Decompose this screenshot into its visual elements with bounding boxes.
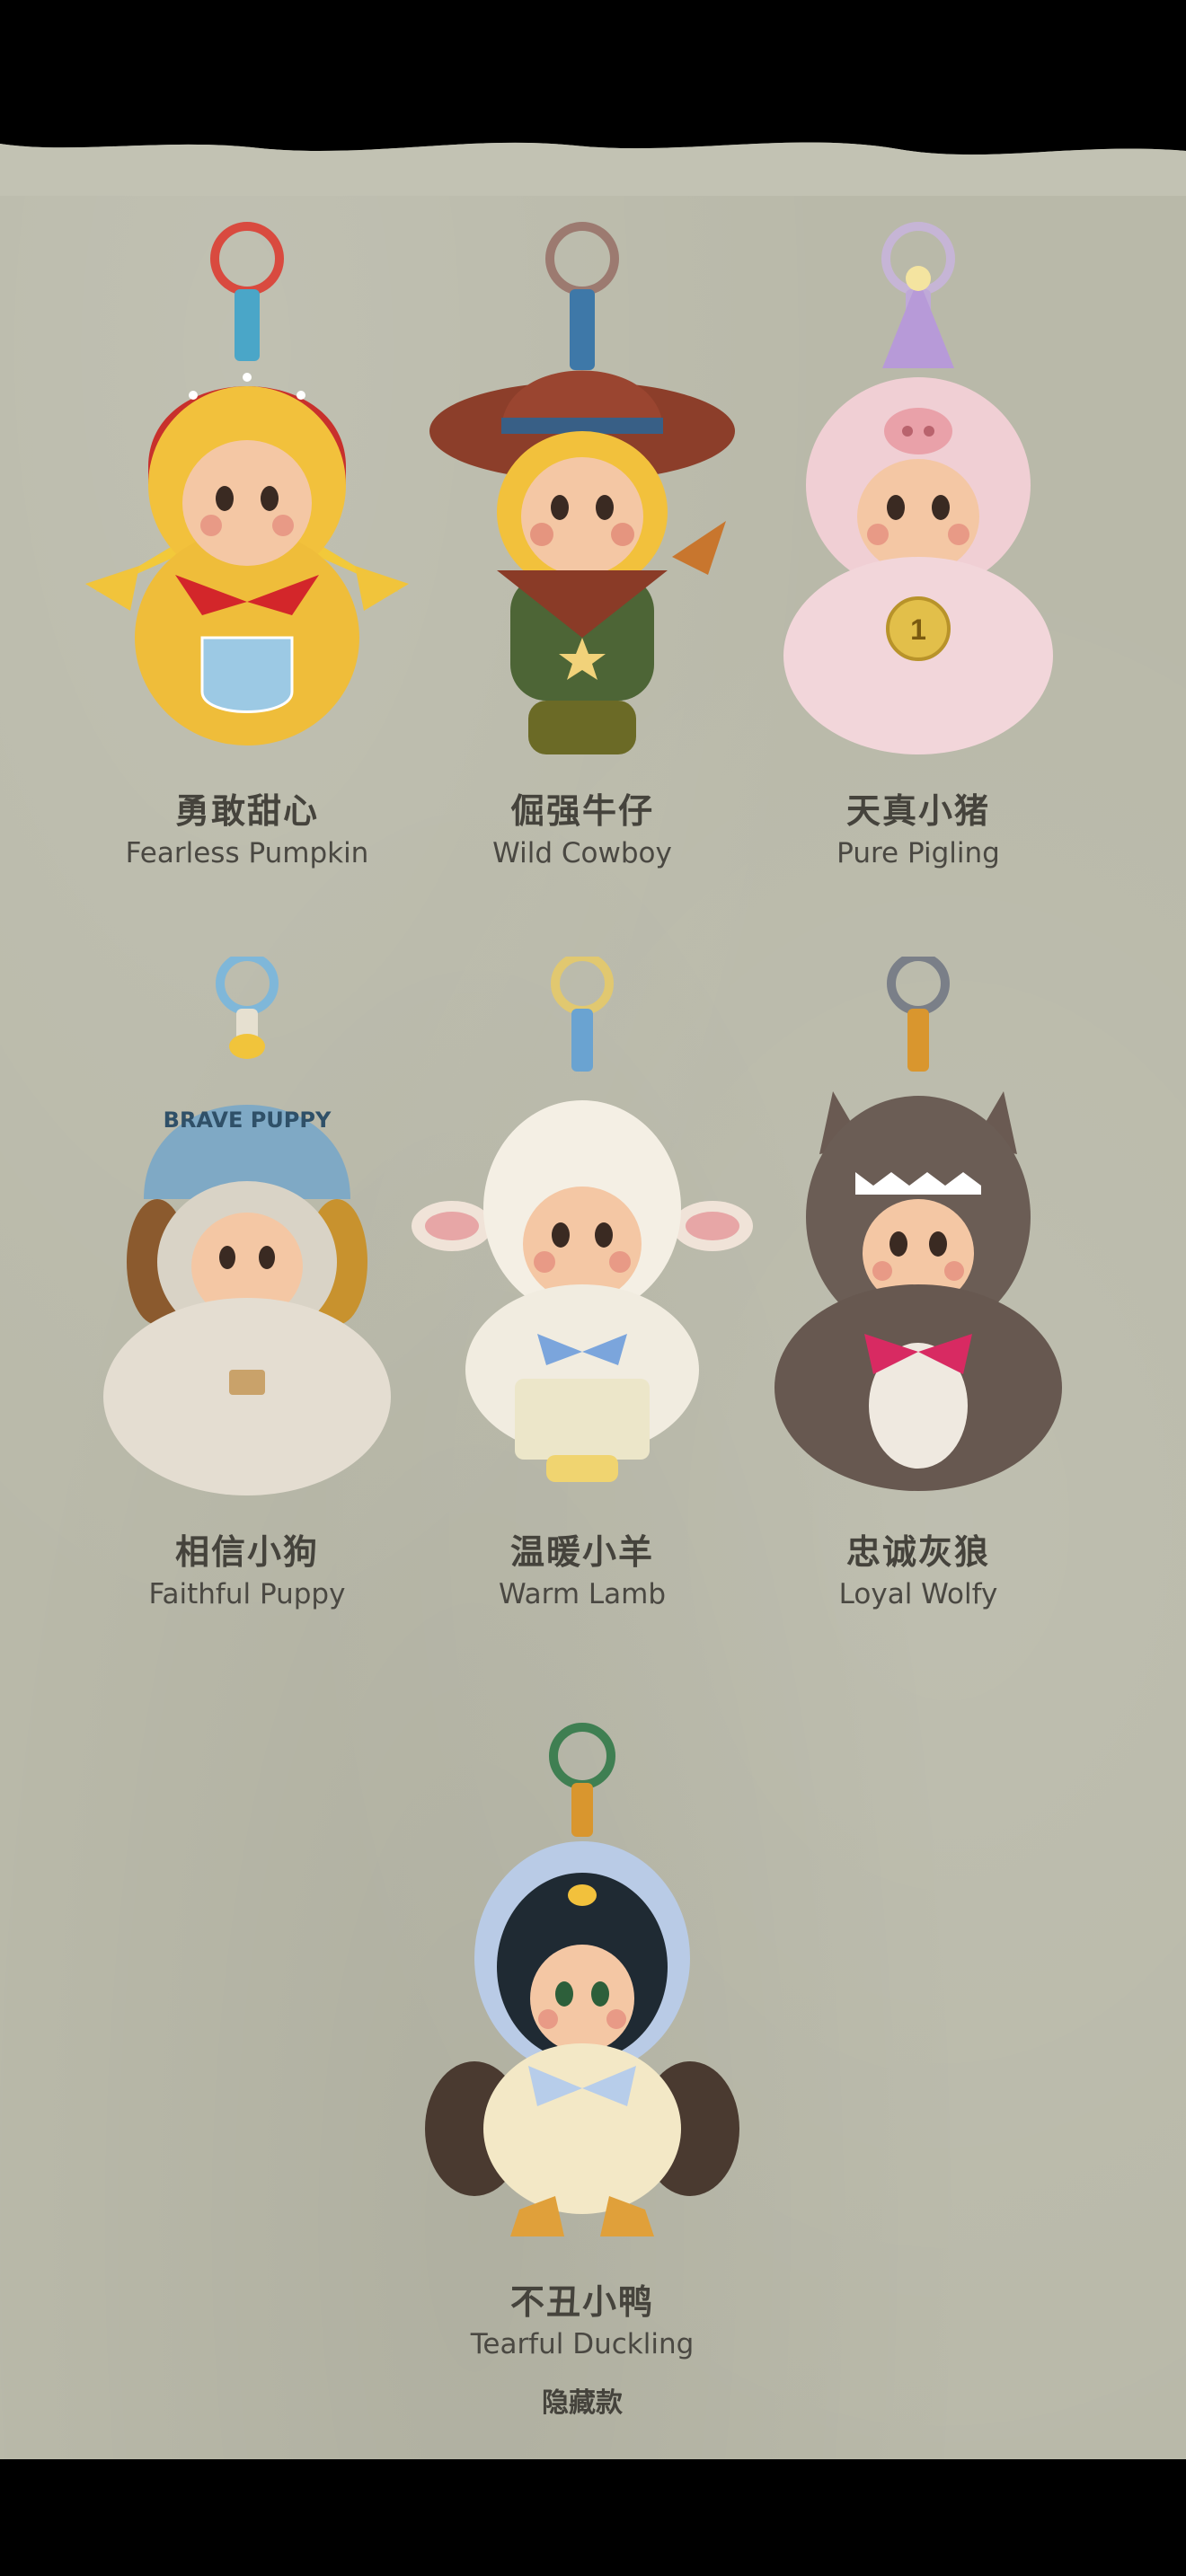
product-card-tearful-duckling[interactable]: 不丑小鸭 Tearful Duckling 隐藏款 [412, 1707, 753, 2425]
product-name-en: Faithful Puppy [148, 1578, 346, 1610]
product-name-cn: 天真小猪 [845, 791, 990, 831]
product-name-cn: 不丑小鸭 [509, 2282, 654, 2322]
product-card-fearless-pumpkin[interactable]: 勇敢甜心 Fearless Pumpkin [76, 216, 418, 916]
wild-cowboy-plush-image [429, 222, 735, 754]
product-name-cn: 忠诚灰狼 [845, 1532, 990, 1572]
product-name-en: Tearful Duckling [470, 2328, 695, 2360]
product-card-wild-cowboy[interactable]: 倔强牛仔 Wild Cowboy [412, 216, 753, 916]
hat-text: BRAVE PUPPY [164, 1107, 332, 1133]
product-name-en: Wild Cowboy [492, 837, 672, 869]
tearful-duckling-plush-image [425, 1723, 739, 2236]
hidden-edition-tag: 隐藏款 [542, 2387, 623, 2419]
product-name-cn: 勇敢甜心 [174, 791, 319, 831]
product-name-en: Loyal Wolfy [838, 1578, 998, 1610]
medal-number: 1 [910, 613, 926, 646]
product-name-en: Pure Pigling [836, 837, 1000, 869]
pure-pigling-plush-image: 1 [783, 222, 1053, 754]
navigation-bar-area [0, 2459, 1186, 2576]
status-bar-area [0, 0, 1186, 115]
faithful-puppy-plush-image: BRAVE PUPPY [103, 957, 391, 1495]
torn-paper-edge [0, 115, 1186, 196]
product-name-cn: 温暖小羊 [509, 1532, 654, 1572]
product-name-en: Fearless Pumpkin [125, 837, 369, 869]
product-name-en: Warm Lamb [498, 1578, 667, 1610]
product-name-cn: 倔强牛仔 [509, 791, 654, 831]
product-card-pure-pigling[interactable]: 1 天真小猪 Pure Pigling [748, 216, 1089, 916]
product-card-loyal-wolfy[interactable]: 忠诚灰狼 Loyal Wolfy [748, 957, 1089, 1657]
warm-lamb-plush-image [412, 957, 753, 1482]
loyal-wolfy-plush-image [774, 957, 1062, 1491]
product-card-warm-lamb[interactable]: 温暖小羊 Warm Lamb [412, 957, 753, 1657]
product-name-cn: 相信小狗 [174, 1532, 319, 1572]
product-card-faithful-puppy[interactable]: BRAVE PUPPY 相信小狗 Faithful Puppy [76, 957, 418, 1657]
fearless-pumpkin-plush-image [85, 222, 409, 745]
